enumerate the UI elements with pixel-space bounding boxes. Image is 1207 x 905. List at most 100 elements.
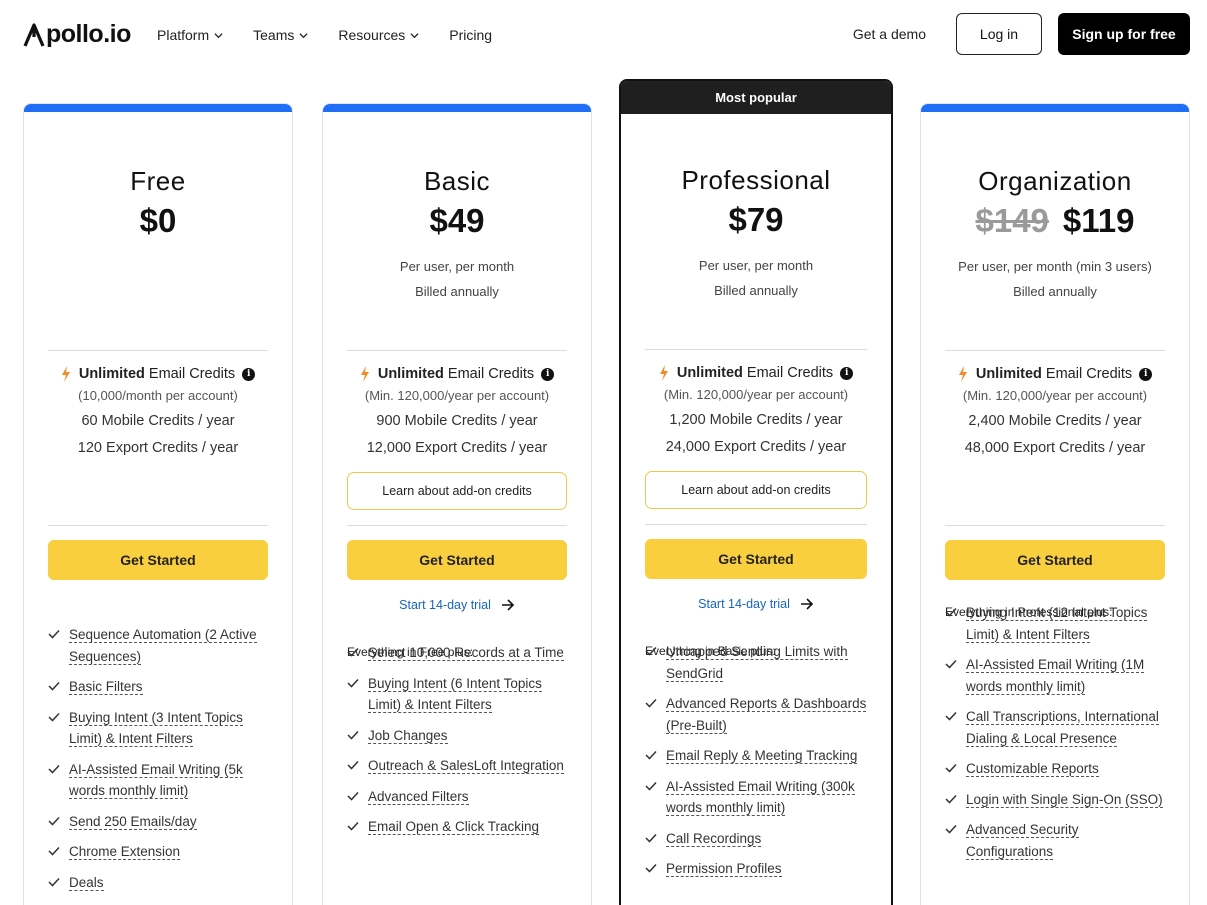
- check-icon: [645, 698, 657, 708]
- export-credits: 24,000 Export Credits / year: [665, 439, 847, 455]
- feature-text[interactable]: Permission Profiles: [666, 858, 782, 880]
- logo-text: pollo.io: [46, 20, 131, 48]
- feature-item: Advanced Reports & Dashboards (Pre-Built…: [645, 693, 867, 736]
- feature-text[interactable]: AI-Assisted Email Writing (300k words mo…: [666, 776, 867, 819]
- nav-platform[interactable]: Platform: [157, 26, 223, 44]
- addon-credits-button[interactable]: Learn about add-on credits: [347, 472, 567, 510]
- check-icon: [48, 764, 60, 774]
- feature-item: Permission Profiles: [645, 858, 867, 880]
- check-icon: [645, 863, 657, 873]
- feature-item: Call Transcriptions, International Diali…: [945, 706, 1165, 749]
- feature-text[interactable]: Advanced Security Configurations: [966, 819, 1165, 862]
- divider: [347, 525, 567, 526]
- top-nav: pollo.io Platform Teams Resources Pricin…: [0, 0, 1207, 70]
- plan-price: $149 $119: [921, 202, 1189, 240]
- feature-text[interactable]: Buying Intent (6 Intent Topics Limit) & …: [368, 673, 567, 716]
- feature-text[interactable]: Email Reply & Meeting Tracking: [666, 745, 858, 767]
- feature-label: Call Transcriptions, International Diali…: [966, 709, 1159, 747]
- plan-price: $79: [621, 201, 891, 239]
- feature-text[interactable]: Deals: [69, 872, 104, 894]
- feature-item: Advanced Filters: [347, 786, 567, 808]
- nav-teams-label: Teams: [253, 27, 295, 43]
- nav-teams[interactable]: Teams: [253, 26, 308, 44]
- feature-item: Buying Intent (6 Intent Topics Limit) & …: [347, 673, 567, 716]
- feature-label: Buying Intent (3 Intent Topics Limit) & …: [69, 709, 243, 747]
- login-button[interactable]: Log in: [956, 13, 1042, 55]
- feature-text[interactable]: Call Recordings: [666, 828, 762, 850]
- start-trial-link[interactable]: Start 14-day trial: [621, 597, 891, 611]
- billing-note: Billed annually: [1013, 284, 1097, 299]
- export-credits: 48,000 Export Credits / year: [964, 440, 1146, 456]
- feature-text[interactable]: Call Transcriptions, International Diali…: [966, 706, 1165, 749]
- apollo-logo[interactable]: pollo.io: [23, 20, 131, 49]
- divider: [347, 350, 567, 351]
- start-trial-link[interactable]: Start 14-day trial: [323, 598, 591, 612]
- feature-text[interactable]: Buying Intent (3 Intent Topics Limit) & …: [69, 707, 268, 750]
- get-demo-link[interactable]: Get a demo: [853, 26, 926, 42]
- email-credits: Unlimited Email Credits i: [921, 366, 1189, 382]
- feature-list: Buying Intent (12 Intent Topics Limit) &…: [945, 602, 1165, 871]
- feature-text[interactable]: Send 250 Emails/day: [69, 811, 197, 833]
- feature-text[interactable]: Uncapped Sending Limits with SendGrid: [666, 641, 867, 684]
- feature-label: Advanced Reports & Dashboards (Pre-Built…: [666, 696, 867, 734]
- check-icon: [347, 678, 359, 688]
- feature-list: Select 10,000 Records at a Time Buying In…: [347, 642, 567, 847]
- feature-item: AI-Assisted Email Writing (5k words mont…: [48, 759, 268, 802]
- credits-bold: Unlimited: [377, 366, 444, 382]
- feature-text[interactable]: Advanced Filters: [368, 786, 469, 808]
- chevron-down-icon: [299, 32, 308, 38]
- get-started-button[interactable]: Get Started: [48, 540, 268, 580]
- nav-pricing[interactable]: Pricing: [449, 26, 492, 44]
- feature-item: Customizable Reports: [945, 758, 1165, 780]
- feature-item: AI-Assisted Email Writing (300k words mo…: [645, 776, 867, 819]
- nav-resources[interactable]: Resources: [338, 26, 419, 44]
- nav-pricing-label: Pricing: [449, 27, 493, 43]
- info-icon[interactable]: i: [541, 367, 555, 381]
- check-icon: [945, 607, 957, 617]
- get-started-button[interactable]: Get Started: [945, 540, 1165, 580]
- nav-platform-label: Platform: [157, 27, 210, 43]
- feature-text[interactable]: Customizable Reports: [966, 758, 1099, 780]
- feature-text[interactable]: Job Changes: [368, 725, 448, 747]
- feature-item: Select 10,000 Records at a Time: [347, 642, 567, 664]
- feature-text[interactable]: AI-Assisted Email Writing (1M words mont…: [966, 654, 1165, 697]
- plan-card-free: Free $0 Unlimited Email Credits i (10,000/mo…: [23, 103, 293, 905]
- plan-price: $49: [323, 202, 591, 240]
- get-started-button[interactable]: Get Started: [347, 540, 567, 580]
- feature-text[interactable]: AI-Assisted Email Writing (5k words mont…: [69, 759, 268, 802]
- check-icon: [48, 629, 60, 639]
- plan-accent-bar: [24, 104, 292, 112]
- feature-text[interactable]: Advanced Reports & Dashboards (Pre-Built…: [666, 693, 867, 736]
- current-price: $79: [728, 201, 784, 238]
- info-icon[interactable]: i: [242, 367, 256, 381]
- feature-label: Buying Intent (12 Intent Topics Limit) &…: [966, 605, 1148, 643]
- export-credits: 12,000 Export Credits / year: [366, 440, 548, 456]
- feature-text[interactable]: Chrome Extension: [69, 841, 181, 863]
- export-credits: 120 Export Credits / year: [77, 440, 239, 456]
- feature-text[interactable]: Login with Single Sign-On (SSO): [966, 789, 1163, 811]
- check-icon: [645, 833, 657, 843]
- feature-item: Email Reply & Meeting Tracking: [645, 745, 867, 767]
- mobile-credits: 1,200 Mobile Credits / year: [669, 412, 843, 428]
- get-started-button[interactable]: Get Started: [645, 539, 867, 579]
- info-icon[interactable]: i: [1139, 367, 1153, 381]
- check-icon: [48, 846, 60, 856]
- feature-item: Outreach & SalesLoft Integration: [347, 755, 567, 777]
- addon-credits-button[interactable]: Learn about add-on credits: [645, 471, 867, 509]
- arrow-right-icon: [501, 599, 514, 611]
- feature-label: Advanced Security Configurations: [966, 822, 1079, 860]
- nav-links: Platform Teams Resources Pricing: [157, 26, 522, 44]
- divider: [945, 525, 1165, 526]
- info-icon[interactable]: i: [840, 366, 854, 380]
- credits-note: (Min. 120,000/year per account): [962, 388, 1148, 403]
- feature-text[interactable]: Sequence Automation (2 Active Sequences): [69, 624, 268, 667]
- check-icon: [347, 760, 359, 770]
- plan-name: Free: [130, 166, 186, 196]
- feature-text[interactable]: Buying Intent (12 Intent Topics Limit) &…: [966, 602, 1165, 645]
- mobile-credits: 2,400 Mobile Credits / year: [968, 413, 1142, 429]
- signup-button[interactable]: Sign up for free: [1058, 13, 1190, 55]
- feature-text[interactable]: Select 10,000 Records at a Time: [368, 642, 564, 664]
- feature-text[interactable]: Outreach & SalesLoft Integration: [368, 755, 564, 777]
- feature-text[interactable]: Email Open & Click Tracking: [368, 816, 540, 838]
- feature-text[interactable]: Basic Filters: [69, 676, 143, 698]
